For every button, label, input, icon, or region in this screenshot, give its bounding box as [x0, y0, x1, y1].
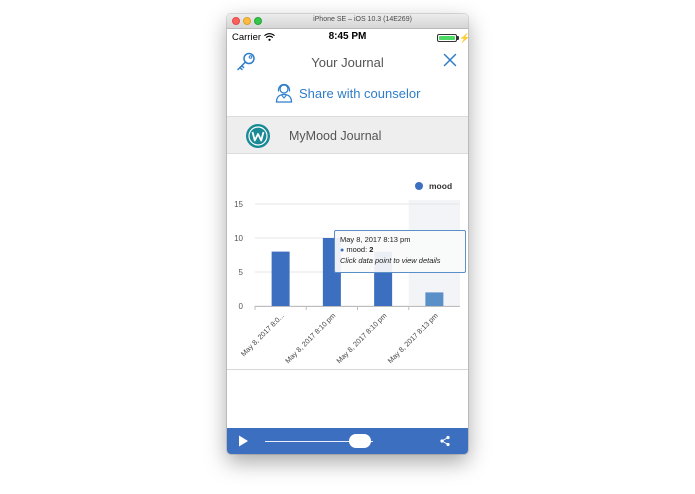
chart-bar: [425, 292, 444, 306]
counselor-person-icon: [275, 83, 293, 103]
journal-title: MyMood Journal: [289, 129, 382, 143]
share-label: Share with counselor: [299, 86, 421, 101]
media-player-bar: [227, 428, 468, 454]
tooltip-series-row: ● mood: 2: [340, 245, 460, 255]
legend-marker: [415, 182, 423, 190]
status-bar: Carrier 8:45 PM ⚡: [227, 29, 468, 46]
y-tick-label: 10: [234, 234, 243, 243]
x-tick-label: May 8, 2017 8:13 pm: [386, 311, 440, 365]
window-minimize-button[interactable]: [243, 17, 251, 25]
status-time: 8:45 PM: [328, 31, 367, 42]
tooltip-series-label: mood:: [346, 245, 370, 255]
y-tick-label: 5: [239, 268, 244, 277]
simulator-title: iPhone SE – iOS 10.3 (14E269): [313, 16, 412, 23]
simulator-window: iPhone SE – iOS 10.3 (14E269) Carrier 8:…: [227, 14, 468, 454]
playback-slider-thumb[interactable]: [349, 434, 372, 448]
y-tick-label: 0: [239, 302, 244, 311]
y-tick-label: 15: [234, 200, 243, 209]
window-maximize-button[interactable]: [254, 17, 262, 25]
x-tick-label: May 8, 2017 8:10 pm: [334, 311, 388, 365]
tooltip-hint: Click data point to view details: [340, 255, 441, 265]
journal-header: MyMood Journal: [227, 116, 468, 154]
battery-icon: [437, 34, 457, 42]
page-title: Your Journal: [311, 55, 384, 70]
tooltip-date: May 8, 2017 8:13 pm: [340, 235, 411, 244]
legend-label: mood: [429, 181, 452, 191]
w-logo: [246, 124, 270, 148]
close-icon[interactable]: [443, 53, 457, 67]
charging-icon: ⚡: [459, 33, 468, 43]
chart-divider: [227, 369, 468, 370]
x-tick-label: May 8, 2017 8:10 pm: [283, 311, 337, 365]
chart-tooltip: May 8, 2017 8:13 pm ● mood: 2 Click data…: [334, 230, 466, 273]
share-with-counselor-button[interactable]: Share with counselor: [227, 81, 468, 107]
simulator-titlebar: iPhone SE – iOS 10.3 (14E269): [227, 14, 468, 29]
tooltip-bullet-icon: ●: [340, 247, 345, 255]
x-tick-label: May 8, 2017 8:0...: [239, 311, 286, 358]
navigation-bar: Your Journal: [227, 47, 468, 77]
play-icon[interactable]: [237, 434, 249, 448]
window-close-button[interactable]: [232, 17, 240, 25]
tooltip-value: 2: [369, 245, 374, 255]
chart-bar: [271, 251, 290, 306]
share-icon[interactable]: [439, 435, 451, 447]
